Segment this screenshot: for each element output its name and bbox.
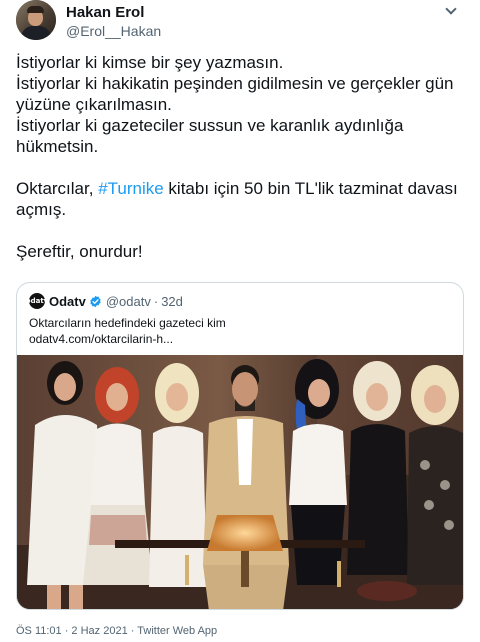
tweet-paragraph-2: Oktarcılar, #Turnike kitabı için 50 bin … [16,178,466,220]
tweet-line: İstiyorlar ki hakikatin peşinden gidilme… [16,74,454,114]
quoted-author-avatar: odatv [26,293,48,309]
quoted-author-name: Odatv [49,293,86,309]
separator-dot: · [153,293,159,309]
more-options-chevron-icon[interactable] [440,2,462,20]
verified-badge-icon [90,295,101,307]
quoted-tweet-header: odatv Odatv @odatv · 32d [26,292,183,310]
quoted-tweet-text: Oktarcıların hedefindeki gazeteci kim od… [29,315,449,347]
quoted-tweet-photo[interactable] [17,355,463,609]
quoted-tweet-card[interactable]: odatv Odatv @odatv · 32d Oktarcıların he… [16,282,464,610]
quoted-tweet-time: 32d [161,293,183,309]
tweet-header: Hakan Erol @Erol__Hakan [16,0,464,44]
group-photo-image [17,355,463,609]
quoted-tweet-headline: Oktarcıların hedefindeki gazeteci kim [29,316,226,330]
tweet-line: İstiyorlar ki kimse bir şey yazmasın. [16,53,284,72]
hashtag-link[interactable]: #Turnike [98,179,164,198]
tweet-text-segment: Oktarcılar, [16,179,99,198]
tweet: Hakan Erol @Erol__Hakan İstiyorlar ki ki… [0,0,480,642]
quoted-author-handle: @odatv [105,293,151,309]
tweet-paragraph-3: Şereftir, onurdur! [16,242,143,261]
author-display-name[interactable]: Hakan Erol [66,3,161,22]
tweet-timestamp-footer[interactable]: ÖS 11:01 · 2 Haz 2021 · Twitter Web App [16,624,217,638]
author-avatar[interactable] [16,0,56,40]
tweet-line: İstiyorlar ki gazeteciler sussun ve kara… [16,116,404,156]
quoted-tweet-link[interactable]: odatv4.com/oktarcilarin-h... [29,331,449,347]
author-handle[interactable]: @Erol__Hakan [66,22,161,40]
tweet-text: İstiyorlar ki kimse bir şey yazmasın. İs… [16,52,466,262]
author-names: Hakan Erol @Erol__Hakan [66,3,161,40]
